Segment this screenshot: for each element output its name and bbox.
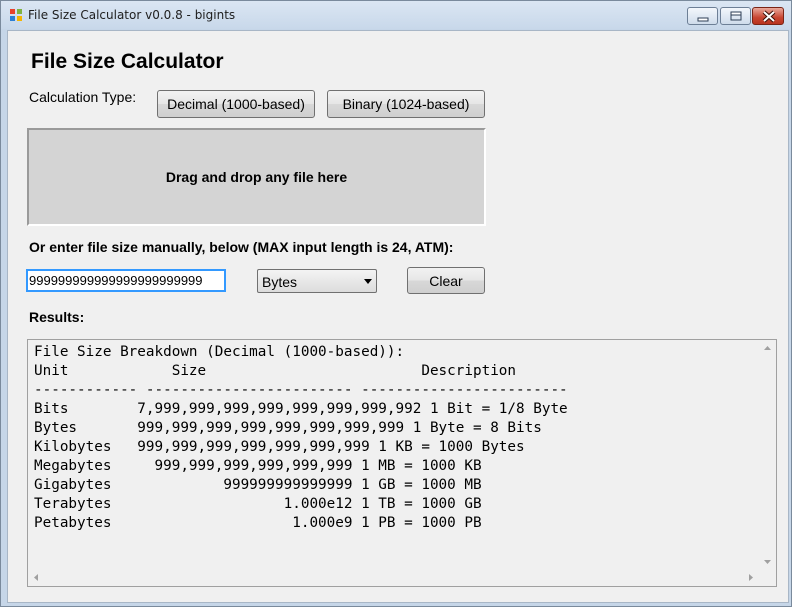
results-line: Gigabytes 999999999999999 1 GB = 1000 MB xyxy=(34,477,482,493)
file-size-input[interactable] xyxy=(26,269,226,292)
results-textbox[interactable]: File Size Breakdown (Decimal (1000-based… xyxy=(27,339,777,587)
client-area: File Size Calculator Calculation Type: D… xyxy=(7,30,789,603)
results-line: Petabytes 1.000e9 1 PB = 1000 PB xyxy=(34,515,482,531)
results-line: Bytes 999,999,999,999,999,999,999,999 1 … xyxy=(34,420,542,436)
decimal-button[interactable]: Decimal (1000-based) xyxy=(157,90,315,118)
results-line: File Size Breakdown (Decimal (1000-based… xyxy=(34,344,405,360)
scroll-left-icon[interactable] xyxy=(28,569,45,586)
page-title: File Size Calculator xyxy=(31,50,224,73)
window-title: File Size Calculator v0.0.8 - bigints xyxy=(28,8,236,22)
vertical-scrollbar[interactable] xyxy=(759,340,776,570)
minimize-icon xyxy=(697,17,709,22)
calculation-type-label: Calculation Type: xyxy=(29,89,137,105)
scroll-up-icon[interactable] xyxy=(759,340,776,357)
minimize-button[interactable] xyxy=(687,7,718,25)
restore-icon xyxy=(730,11,742,21)
scrollbar-corner xyxy=(759,569,776,586)
results-line: Unit Size Description xyxy=(34,363,517,379)
results-line: ------------ ------------------------ --… xyxy=(34,382,568,398)
drop-zone-label: Drag and drop any file here xyxy=(165,169,348,185)
results-line: Terabytes 1.000e12 1 TB = 1000 GB xyxy=(34,496,482,512)
app-icon xyxy=(10,9,22,21)
horizontal-scrollbar[interactable] xyxy=(28,569,759,586)
scroll-right-icon[interactable] xyxy=(742,569,759,586)
unit-select-value: Bytes xyxy=(262,274,298,290)
results-text: File Size Breakdown (Decimal (1000-based… xyxy=(34,343,568,533)
results-line: Bits 7,999,999,999,999,999,999,999,992 1… xyxy=(34,401,568,417)
file-drop-zone[interactable]: Drag and drop any file here xyxy=(27,128,486,226)
results-label: Results: xyxy=(29,309,85,325)
close-button[interactable] xyxy=(752,7,784,25)
results-line: Megabytes 999,999,999,999,999,999 1 MB =… xyxy=(34,458,482,474)
manual-entry-label: Or enter file size manually, below (MAX … xyxy=(29,239,454,255)
binary-button[interactable]: Binary (1024-based) xyxy=(327,90,485,118)
chevron-down-icon xyxy=(364,279,372,284)
results-line: Kilobytes 999,999,999,999,999,999,999 1 … xyxy=(34,439,525,455)
unit-select[interactable]: Bytes xyxy=(257,269,377,293)
title-bar[interactable]: File Size Calculator v0.0.8 - bigints xyxy=(1,1,791,29)
scroll-down-icon[interactable] xyxy=(759,553,776,570)
close-icon xyxy=(762,10,776,23)
maximize-button[interactable] xyxy=(720,7,751,25)
clear-button[interactable]: Clear xyxy=(407,267,485,294)
app-window: File Size Calculator v0.0.8 - bigints Fi… xyxy=(0,0,792,607)
